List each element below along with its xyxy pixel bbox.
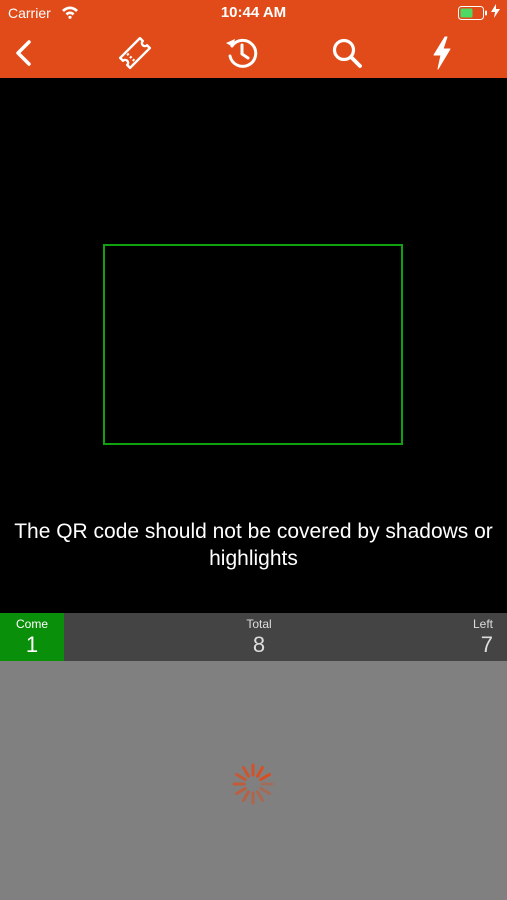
stat-left-label: Left (472, 617, 493, 631)
scan-frame (103, 244, 403, 445)
loading-spinner-icon (231, 762, 275, 811)
status-bar: Carrier 10:44 AM (0, 0, 507, 28)
camera-preview[interactable]: The QR code should not be covered by sha… (0, 78, 507, 613)
back-chevron-icon (16, 40, 31, 66)
scan-hint: The QR code should not be covered by sha… (14, 520, 493, 570)
search-icon (332, 38, 362, 68)
stat-total-value: 8 (252, 632, 266, 657)
search-button[interactable] (325, 31, 369, 75)
stat-left-value: 7 (480, 632, 493, 657)
flash-button[interactable] (420, 31, 464, 75)
result-panel (0, 661, 507, 900)
stat-total: Total 8 (219, 613, 299, 661)
clock: 10:44 AM (220, 4, 287, 21)
ticket-icon (118, 36, 152, 70)
stat-total-label: Total (246, 617, 272, 631)
back-button[interactable] (2, 31, 46, 75)
app-header: Carrier 10:44 AM (0, 0, 507, 78)
attendance-stats: Come 1 Total 8 Left 7 (0, 613, 507, 661)
flash-icon (433, 36, 451, 70)
charging-icon (491, 4, 500, 23)
history-button[interactable] (220, 31, 264, 75)
battery-icon (458, 6, 488, 25)
stat-left: Left 7 (433, 613, 493, 661)
history-icon (226, 38, 258, 68)
stat-come: Come 1 (0, 613, 64, 661)
stat-come-value: 1 (25, 632, 39, 657)
stat-come-label: Come (15, 617, 48, 631)
toolbar (0, 28, 507, 78)
tickets-button[interactable] (113, 31, 157, 75)
